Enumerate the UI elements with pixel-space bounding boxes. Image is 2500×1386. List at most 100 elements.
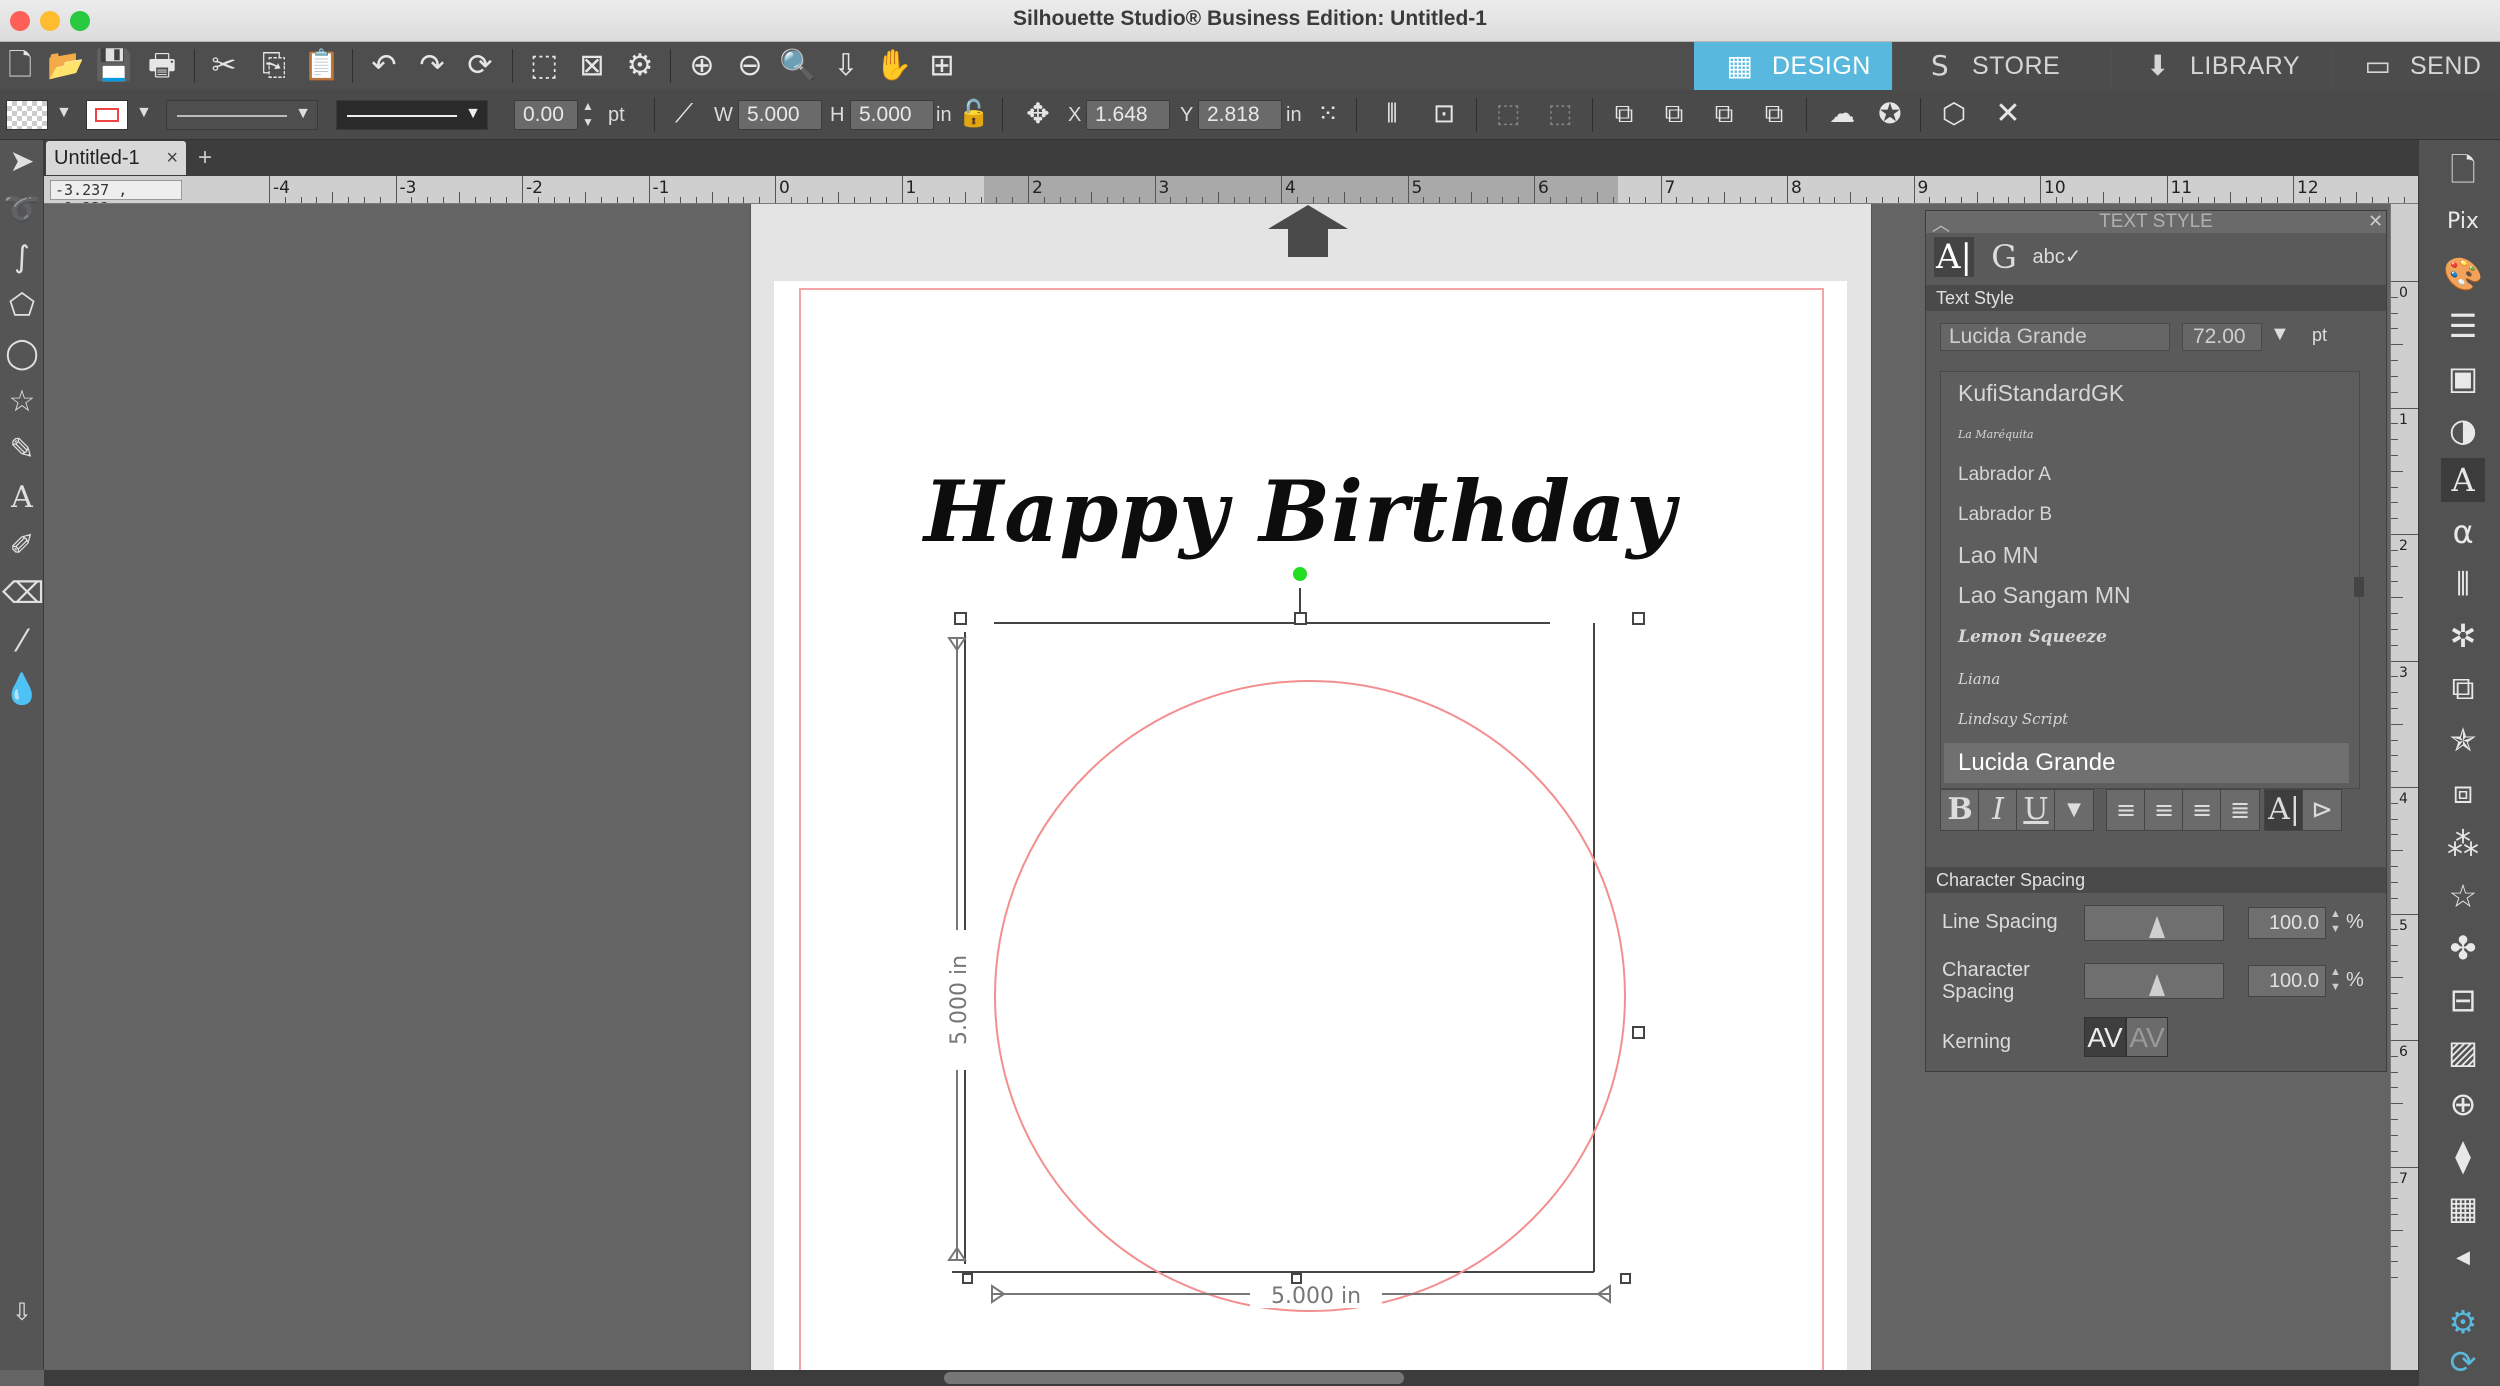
ungroup-icon[interactable]: ⬚ xyxy=(1540,94,1580,134)
kerning-off-button[interactable]: AV xyxy=(2126,1017,2168,1057)
text-direction-icon[interactable]: A| xyxy=(2264,789,2304,831)
tab-store[interactable]: S STORE xyxy=(1894,42,2110,90)
x-position-input[interactable]: 1.648 xyxy=(1086,100,1170,130)
tab-send[interactable]: ▭ SEND xyxy=(2332,42,2500,90)
resize-handle-ne[interactable] xyxy=(1632,612,1645,625)
fill-pattern-icon[interactable]: ▣ xyxy=(2441,356,2485,400)
fit-window-icon[interactable]: ⊞ xyxy=(922,46,962,86)
select-by-color-icon[interactable]: ⚙ xyxy=(620,46,660,86)
tab-design[interactable]: ▦ DESIGN xyxy=(1694,42,1892,90)
copy-icon[interactable]: ⎘ xyxy=(254,46,294,86)
nesting-icon[interactable]: ⊕ xyxy=(2441,1082,2485,1126)
offset-icon[interactable]: ⧉ xyxy=(2441,666,2485,710)
font-item-labrador-b[interactable]: Labrador B xyxy=(1944,495,2349,535)
eraser-icon[interactable]: ⌫ xyxy=(2,572,44,616)
circle-shape[interactable] xyxy=(994,680,1626,1312)
deselect-icon[interactable]: ⊠ xyxy=(572,46,612,86)
align-right-icon[interactable]: ≡ xyxy=(2182,789,2222,831)
curve-line-icon[interactable]: ∫ xyxy=(2,236,42,280)
text-tool-icon[interactable]: A xyxy=(2,476,42,520)
delete-x-icon[interactable]: ✕ xyxy=(1988,94,2028,134)
text-on-path-icon[interactable]: ⊳ xyxy=(2302,789,2342,831)
trace-icon[interactable]: ✲ xyxy=(2441,614,2485,658)
sync-icon[interactable]: ⟳ xyxy=(2441,1340,2485,1384)
replicate-star-icon[interactable]: ✯ xyxy=(2441,718,2485,762)
fill-color-swatch[interactable] xyxy=(6,100,48,130)
line-spacing-input[interactable]: 100.0 xyxy=(2248,907,2326,939)
3d-box-icon[interactable]: ⬡ xyxy=(1934,94,1974,134)
font-size-input[interactable]: 72.00 xyxy=(2182,323,2262,351)
reference-point-icon[interactable]: ⁙ xyxy=(1308,94,1348,134)
layers-icon[interactable]: ⊟ xyxy=(2441,978,2485,1022)
horizontal-scrollbar-thumb[interactable] xyxy=(944,1372,1404,1384)
font-item-kufistandardgk[interactable]: KufiStandardGK xyxy=(1944,373,2349,413)
emboss-icon[interactable]: ⧫ xyxy=(2441,1134,2485,1178)
line-spacing-slider[interactable] xyxy=(2084,905,2224,941)
star-icon[interactable]: ☆ xyxy=(2,380,42,424)
page-setup-icon[interactable]: 🗋 xyxy=(2441,148,2485,192)
lock-aspect-icon[interactable]: 🔓 xyxy=(954,94,994,134)
settings-gear-icon[interactable]: ⚙ xyxy=(2441,1300,2485,1344)
lasso-icon[interactable]: ➰ xyxy=(2,188,42,232)
align-left-icon[interactable]: ≡ xyxy=(2106,789,2146,831)
print-icon[interactable]: 🖶 xyxy=(142,46,182,86)
line-width-input[interactable]: 0.00 xyxy=(514,100,578,130)
modify-icon[interactable]: ⧈ xyxy=(2441,770,2485,814)
fit-to-page-icon[interactable]: ⇩ xyxy=(826,46,866,86)
resize-handle-e[interactable] xyxy=(1632,1026,1645,1039)
resize-handle-n[interactable] xyxy=(1294,612,1307,625)
close-tab-icon[interactable]: × xyxy=(166,141,178,175)
collapse-panel-icon[interactable]: ︿ xyxy=(1932,211,1950,237)
undo-icon[interactable]: ↶ xyxy=(364,46,404,86)
line-color-dropdown-icon[interactable]: ▼ xyxy=(136,104,152,122)
line-style-icon[interactable]: ☰ xyxy=(2441,304,2485,348)
pan-hand-icon[interactable]: ✋ xyxy=(874,46,914,86)
add-tab-button[interactable]: + xyxy=(190,142,220,174)
selected-circle-object[interactable]: 5.000 in 5.000 in xyxy=(930,560,1650,1320)
bring-front-icon[interactable]: ⧉ xyxy=(1704,94,1744,134)
library-down-icon[interactable]: ⇩ xyxy=(2,1290,42,1334)
text-font-tab-icon[interactable]: G xyxy=(1984,237,2024,277)
character-spacing-input[interactable]: 100.0 xyxy=(2248,965,2326,997)
line-spacing-stepper[interactable]: ▲ ▼ xyxy=(2330,907,2341,937)
font-item-lao-sangam-mn[interactable]: Lao Sangam MN xyxy=(1944,575,2349,615)
center-page-icon[interactable]: ⊡ xyxy=(1424,94,1464,134)
resize-handle-nw[interactable] xyxy=(954,612,967,625)
save-icon[interactable]: 💾 xyxy=(94,46,134,86)
new-file-icon[interactable]: 🗋 xyxy=(0,46,40,86)
resize-handle-s[interactable] xyxy=(1291,1273,1302,1284)
pixscan-icon[interactable]: Pix xyxy=(2441,200,2485,244)
width-input[interactable]: 5.000 xyxy=(738,100,822,130)
height-input[interactable]: 5.000 xyxy=(850,100,934,130)
select-arrow-icon[interactable]: ➤ xyxy=(2,140,42,184)
close-panel-icon[interactable]: ✕ xyxy=(2368,211,2383,232)
collapse-panels-icon[interactable]: ◀ xyxy=(2441,1236,2485,1280)
font-item-lao-mn[interactable]: Lao MN xyxy=(1944,535,2349,575)
font-item-lindsay-script[interactable]: Lindsay Script xyxy=(1944,699,2349,739)
line-color-swatch[interactable] xyxy=(86,100,128,130)
group-icon[interactable]: ⬚ xyxy=(1488,94,1528,134)
select-all-icon[interactable]: ⬚ xyxy=(524,46,564,86)
zoom-in-icon[interactable]: ⊕ xyxy=(682,46,722,86)
font-size-dropdown-icon[interactable]: ▼ xyxy=(2270,323,2290,346)
bold-button[interactable]: B xyxy=(1940,789,1980,831)
align-icon[interactable]: ⫴ xyxy=(1372,94,1412,134)
align-center-icon[interactable]: ≡ xyxy=(2144,789,2184,831)
fill-palette-icon[interactable]: 🎨 xyxy=(2441,252,2485,296)
font-item-lemon-squeeze[interactable]: Lemon Squeeze xyxy=(1944,617,2349,657)
refresh-icon[interactable]: ⟳ xyxy=(460,46,500,86)
favorites-star-icon[interactable]: ☆ xyxy=(2441,874,2485,918)
text-style-panel-icon[interactable]: A xyxy=(2441,458,2485,502)
resize-handle-se[interactable] xyxy=(1620,1273,1631,1284)
send-backward-icon[interactable]: ⧉ xyxy=(1654,94,1694,134)
kerning-on-button[interactable]: AV xyxy=(2084,1017,2126,1057)
italic-button[interactable]: I xyxy=(1978,789,2018,831)
gradient-icon[interactable]: ◑ xyxy=(2441,408,2485,452)
weld-icon[interactable]: ☁ xyxy=(1822,94,1862,134)
character-spacing-stepper[interactable]: ▲ ▼ xyxy=(2330,965,2341,995)
puzzle-icon[interactable]: ✤ xyxy=(2441,926,2485,970)
paste-icon[interactable]: 📋 xyxy=(302,46,342,86)
polygon-icon[interactable]: ⬠ xyxy=(2,284,42,328)
knife-icon[interactable]: ⁄ xyxy=(2,620,42,664)
line-style-select[interactable]: ▼ xyxy=(166,100,318,130)
